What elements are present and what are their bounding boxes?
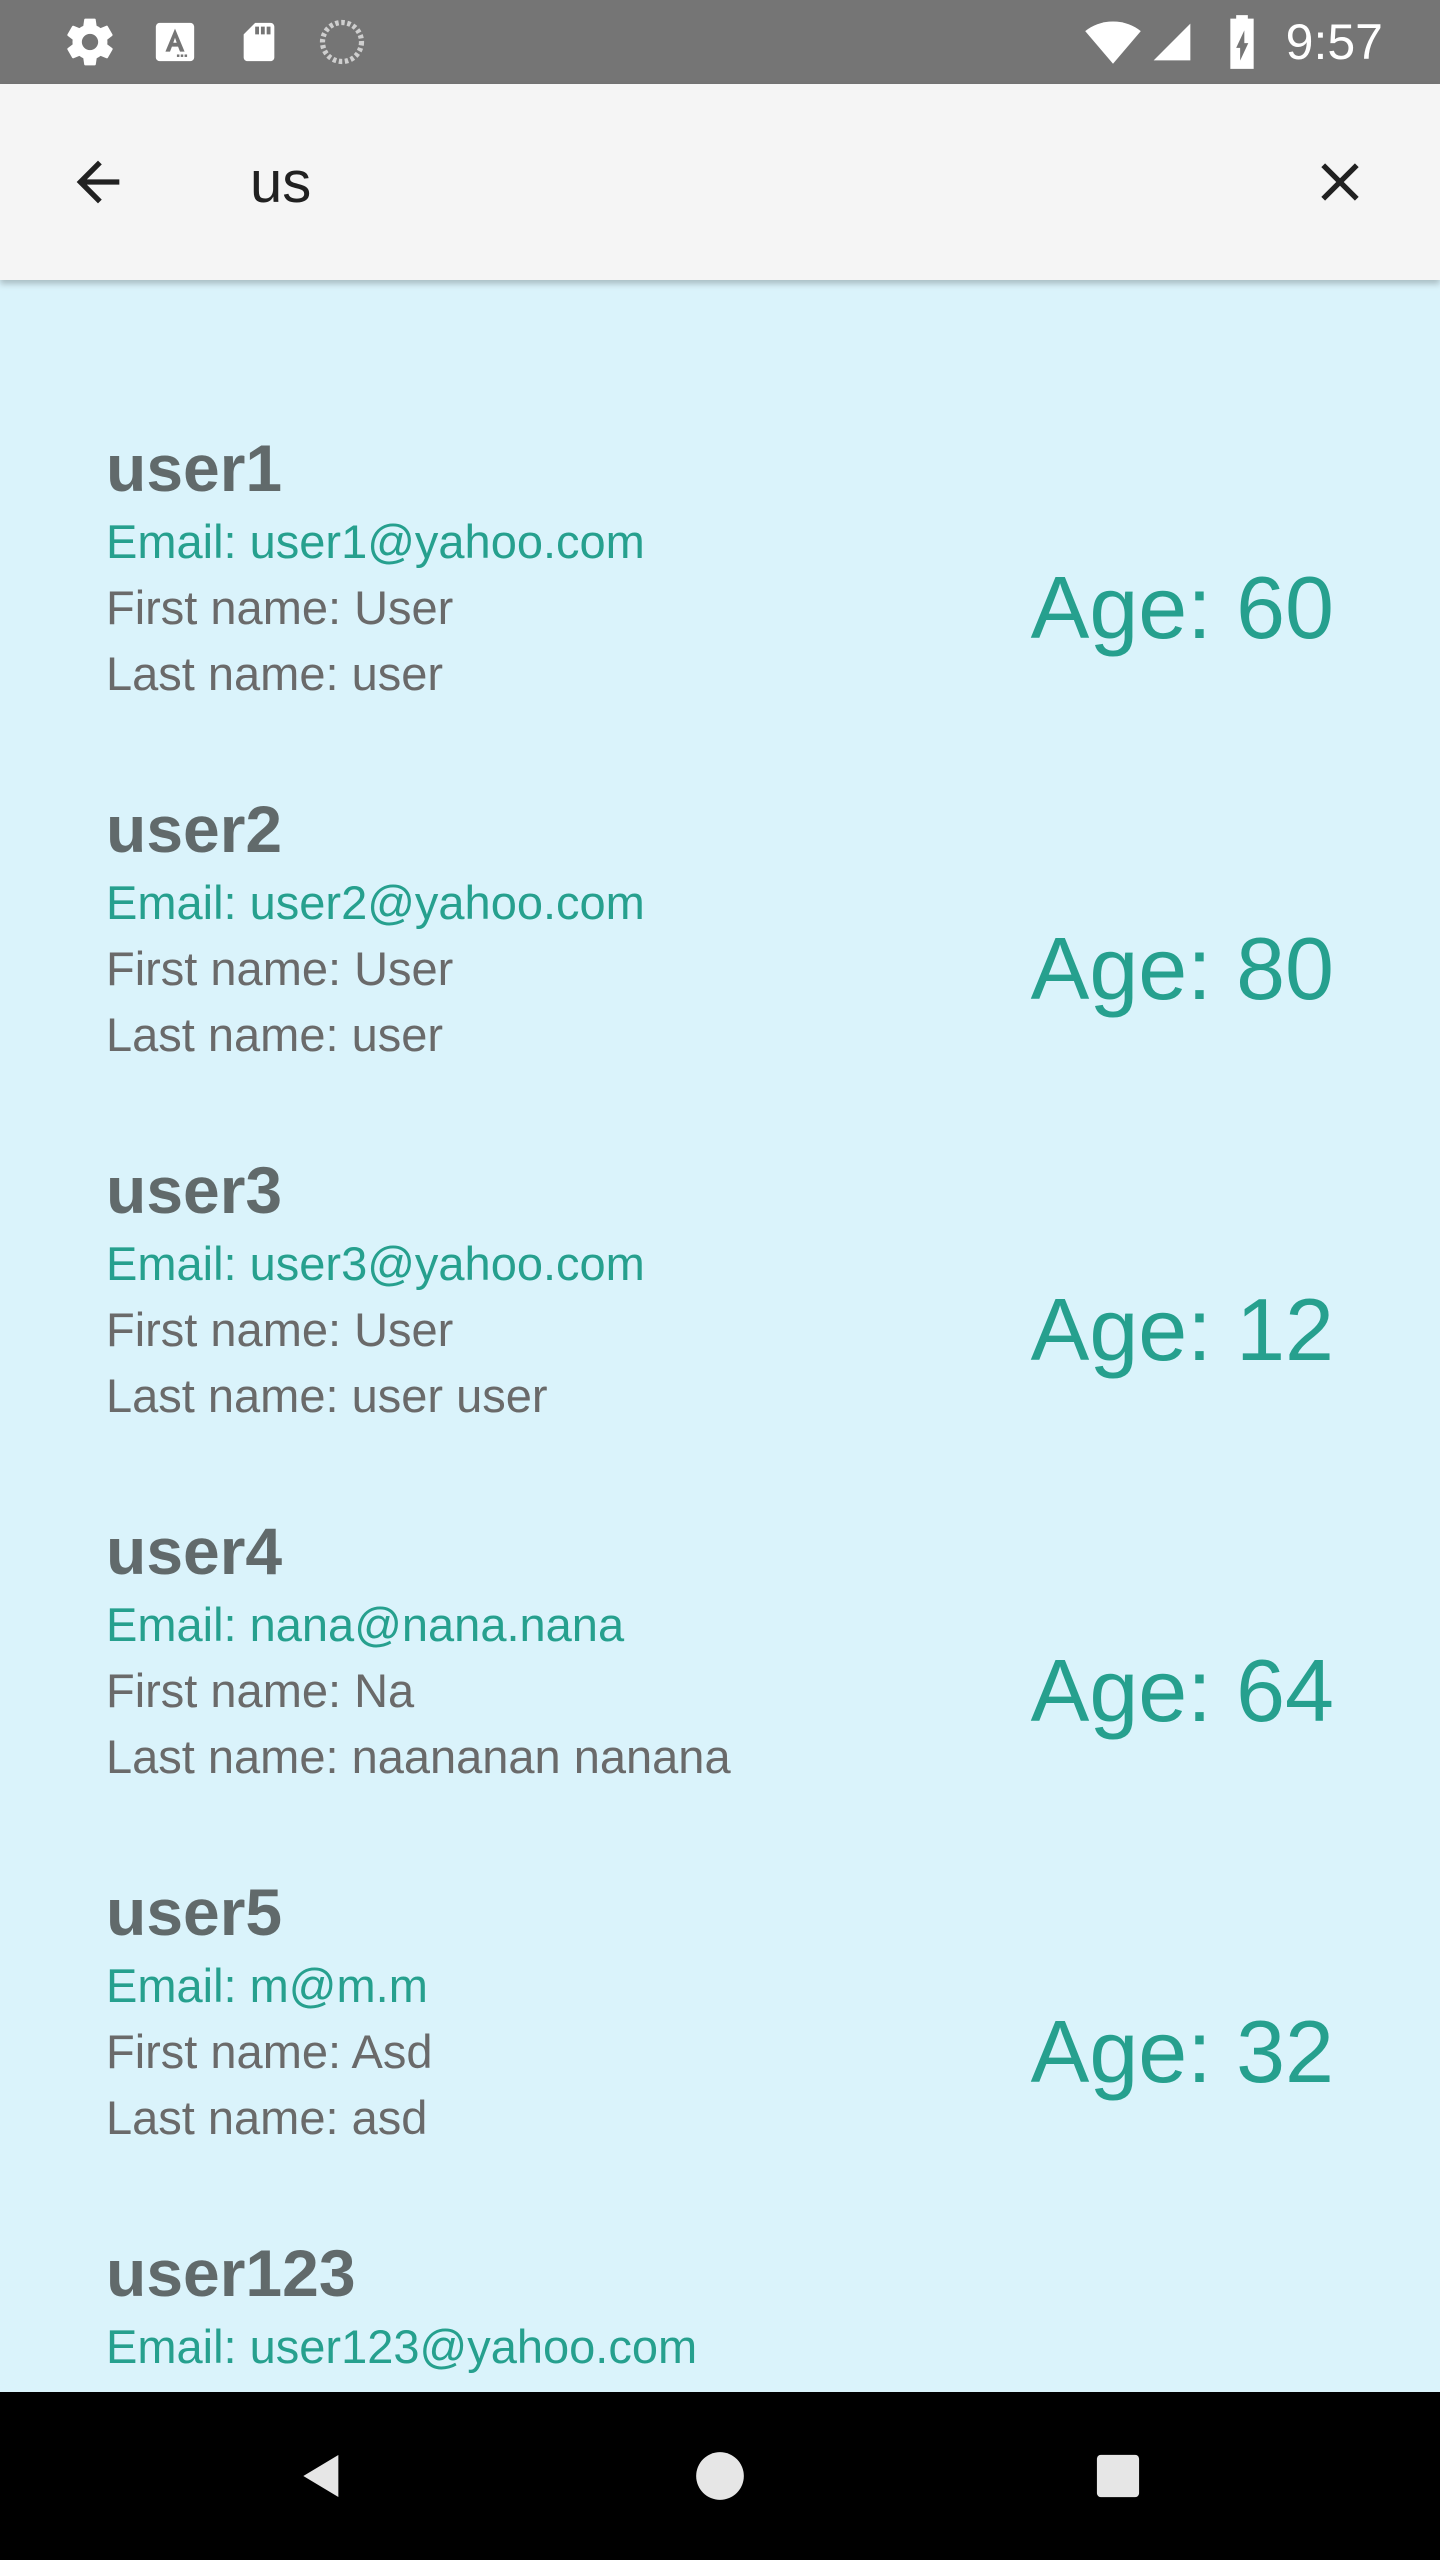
last-name: Last name: asd	[106, 2091, 428, 2144]
last-name: Last name: user	[106, 647, 444, 700]
back-button[interactable]	[58, 142, 138, 222]
first-name: First name: User	[106, 942, 454, 995]
loading-icon	[316, 0, 368, 84]
clear-search-button[interactable]	[1300, 142, 1380, 222]
home-circle-icon	[696, 2452, 744, 2500]
username: user3	[106, 1153, 283, 1227]
list-item[interactable]: user3 Email: user3@yahoo.com First name:…	[0, 1150, 1440, 1511]
first-name: First name: Asd	[106, 2025, 433, 2078]
email: Email: user3@yahoo.com	[106, 1237, 645, 1290]
age: Age: 64	[1030, 1641, 1334, 1740]
username: user4	[106, 1514, 283, 1588]
status-time: 9:57	[1285, 14, 1383, 70]
username: user1	[106, 431, 283, 505]
signal-icon	[1150, 0, 1194, 84]
nav-back-button[interactable]	[282, 2436, 362, 2516]
last-name: Last name: user user	[106, 1369, 548, 1422]
age: Age: 12	[1030, 1280, 1334, 1379]
email: Email: m@m.m	[106, 1959, 428, 2012]
settings-icon	[62, 0, 118, 84]
search-input[interactable]	[250, 132, 1250, 232]
user-list[interactable]: user1 Email: user1@yahoo.com First name:…	[0, 280, 1440, 2392]
email: Email: user1@yahoo.com	[106, 515, 645, 568]
close-icon	[1321, 163, 1359, 201]
list-item[interactable]: user123 Email: user123@yahoo.com	[0, 2233, 1440, 2392]
search-app-bar	[0, 84, 1440, 280]
last-name: Last name: naananan nanana	[106, 1730, 731, 1783]
username: user2	[106, 792, 283, 866]
list-item[interactable]: user2 Email: user2@yahoo.com First name:…	[0, 789, 1440, 1150]
age: Age: 80	[1030, 919, 1334, 1018]
first-name: First name: Na	[106, 1664, 415, 1717]
last-name: Last name: user	[106, 1008, 444, 1061]
wifi-icon	[1084, 0, 1142, 84]
first-name: First name: User	[106, 581, 454, 634]
arrow-back-icon	[76, 160, 120, 204]
battery-charging-icon	[1224, 0, 1260, 84]
list-item[interactable]: user5 Email: m@m.m First name: Asd Last …	[0, 1872, 1440, 2233]
status-bar: 9:57	[0, 0, 1440, 84]
list-item[interactable]: user4 Email: nana@nana.nana First name: …	[0, 1511, 1440, 1872]
username: user123	[106, 2236, 356, 2310]
sd-card-icon	[236, 0, 282, 84]
list-item[interactable]: user1 Email: user1@yahoo.com First name:…	[0, 428, 1440, 789]
age: Age: 32	[1030, 2002, 1334, 2101]
navigation-bar	[0, 2392, 1440, 2560]
age: Age: 60	[1030, 558, 1334, 657]
username: user5	[106, 1875, 283, 1949]
back-triangle-icon	[303, 2455, 339, 2497]
email: Email: nana@nana.nana	[106, 1598, 625, 1651]
email: Email: user123@yahoo.com	[106, 2320, 698, 2373]
a-icon	[152, 0, 198, 84]
nav-recents-button[interactable]	[1078, 2436, 1158, 2516]
first-name: First name: User	[106, 1303, 454, 1356]
recents-square-icon	[1096, 2454, 1140, 2498]
nav-home-button[interactable]	[680, 2436, 760, 2516]
email: Email: user2@yahoo.com	[106, 876, 645, 929]
